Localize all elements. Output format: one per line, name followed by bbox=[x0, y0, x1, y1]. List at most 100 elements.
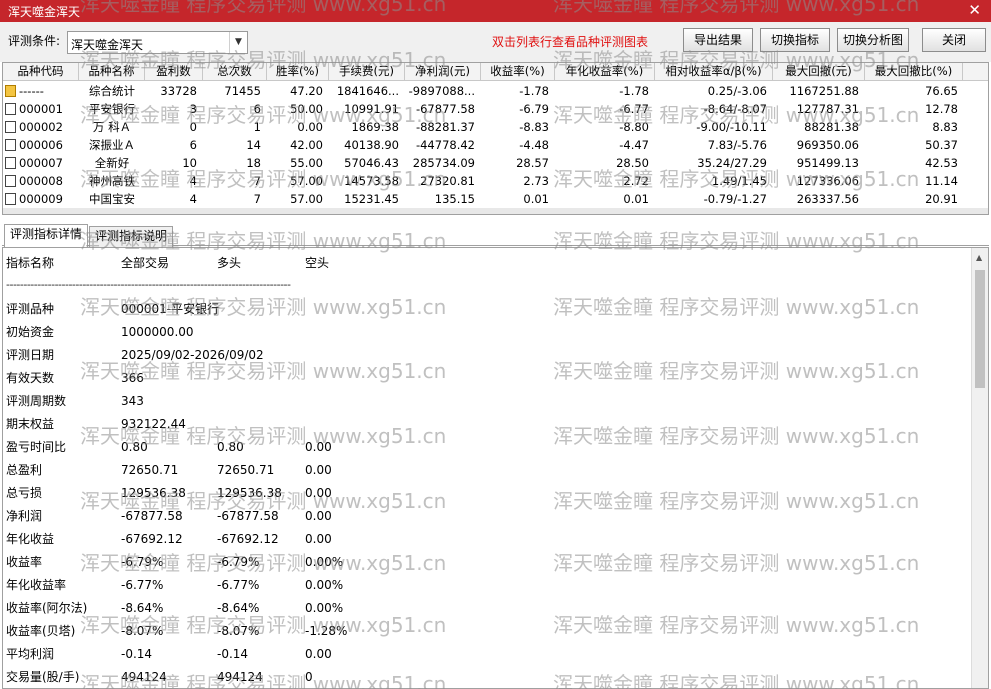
chevron-down-icon[interactable]: ▼ bbox=[229, 32, 247, 53]
detail-long-cell: -67877.58 bbox=[217, 509, 279, 523]
detail-scrollbar[interactable]: ▲ bbox=[971, 248, 988, 688]
switch-chart-button[interactable]: 切换分析图 bbox=[837, 28, 909, 52]
table-cell: 0 bbox=[145, 118, 197, 136]
table-cell: 深振业Ａ bbox=[79, 136, 145, 154]
scroll-thumb[interactable] bbox=[975, 270, 985, 388]
table-cell-text: 57046.43 bbox=[344, 156, 399, 170]
table-cell-text: 0.01 bbox=[623, 192, 649, 206]
detail-long-cell: 72650.71 bbox=[217, 463, 275, 477]
table-cell-text: 951499.13 bbox=[796, 156, 859, 170]
table-cell-text: 35.24/27.29 bbox=[697, 156, 767, 170]
table-scrollbar[interactable] bbox=[3, 208, 988, 214]
table-cell-text: 1167251.88 bbox=[789, 84, 859, 98]
table-cell: 135.15 bbox=[405, 190, 475, 208]
export-button[interactable]: 导出结果 bbox=[683, 28, 753, 52]
table-header: 品种代码 品种名称 盈利数 总次数 胜率(%) 手续费(元) 净利润(元) 收益… bbox=[3, 63, 988, 81]
detail-all-cell: 494124 bbox=[121, 670, 167, 684]
col-header-code[interactable]: 品种代码 bbox=[3, 63, 79, 81]
table-cell: 88281.38 bbox=[773, 118, 859, 136]
table-cell: -4.47 bbox=[555, 136, 649, 154]
table-cell-text: 28.57 bbox=[516, 156, 549, 170]
table-row[interactable]: 000002 万 科Ａ 0 1 0.00 1869.38 -88281.37 -8.83 -8.… bbox=[3, 118, 988, 136]
col-header-fee[interactable]: 手续费(元) bbox=[329, 63, 405, 81]
table-cell-text: 14 bbox=[246, 138, 261, 152]
col-header-winrate[interactable]: 胜率(%) bbox=[267, 63, 329, 81]
table-cell: 1 bbox=[203, 118, 261, 136]
scroll-up-icon[interactable]: ▲ bbox=[976, 253, 982, 262]
table-cell: 55.00 bbox=[267, 154, 323, 172]
col-header-wins[interactable]: 盈利数 bbox=[145, 63, 203, 81]
col-header-max-drawdown-ratio[interactable]: 最大回撤比(%) bbox=[865, 63, 963, 81]
tab-indicator-description[interactable]: 评测指标说明 bbox=[89, 226, 174, 247]
table-cell: -1.78 bbox=[481, 82, 549, 100]
table-cell: 71455 bbox=[203, 82, 261, 100]
table-cell: 47.20 bbox=[267, 82, 323, 100]
table-body: ------ 综合统计 33728 71455 47.20 1841646... -9897… bbox=[3, 82, 988, 208]
detail-short-cell: 0.00% bbox=[305, 555, 344, 569]
close-icon[interactable]: ✕ bbox=[968, 1, 981, 19]
col-header-relative-return[interactable]: 相对收益率α/β(%) bbox=[655, 63, 773, 81]
table-cell-text: 42.00 bbox=[290, 138, 323, 152]
summary-row[interactable]: ------ 综合统计 33728 71455 47.20 1841646... -9897… bbox=[3, 82, 988, 100]
table-cell: 33728 bbox=[145, 82, 197, 100]
table-cell-text: -88281.37 bbox=[415, 120, 475, 134]
detail-all-cell: -8.07% bbox=[121, 624, 164, 638]
switch-indicator-button[interactable]: 切换指标 bbox=[760, 28, 830, 52]
table-row[interactable]: 000006 深振业Ａ 6 14 42.00 40138.90 -44778.42 -4.48… bbox=[3, 136, 988, 154]
col-header-max-drawdown[interactable]: 最大回撤(元) bbox=[773, 63, 865, 81]
table-cell: -8.64/-8.07 bbox=[655, 100, 767, 118]
table-cell: 0.00 bbox=[267, 118, 323, 136]
detail-long-cell: -8.07% bbox=[217, 624, 260, 638]
detail-name-cell: 评测品种 bbox=[6, 302, 55, 316]
close-button[interactable]: 关闭 bbox=[922, 28, 986, 52]
detail-name-cell: 评测日期 bbox=[6, 348, 55, 362]
results-table[interactable]: 品种代码 品种名称 盈利数 总次数 胜率(%) 手续费(元) 净利润(元) 收益… bbox=[2, 62, 989, 215]
table-cell: 000009 bbox=[5, 190, 79, 208]
table-row[interactable]: 000008 神州高铁 4 7 57.00 14573.58 27320.81 2.73 2.7… bbox=[3, 172, 988, 190]
detail-name-cell: 年化收益率 bbox=[6, 578, 67, 592]
table-cell-text: -67877.58 bbox=[415, 102, 475, 116]
col-header-netprofit[interactable]: 净利润(元) bbox=[405, 63, 481, 81]
tab-indicator-details[interactable]: 评测指标详情 bbox=[4, 224, 89, 247]
detail-all-cell: 0.80 bbox=[121, 440, 148, 454]
col-header-return[interactable]: 收益率(%) bbox=[481, 63, 555, 81]
table-cell: 14573.58 bbox=[329, 172, 399, 190]
table-cell-text: 7 bbox=[253, 192, 261, 206]
table-cell: 000007 bbox=[5, 154, 79, 172]
table-row[interactable]: 000009 中国宝安 4 7 57.00 15231.45 135.15 0.01 0.01 -… bbox=[3, 190, 988, 208]
table-cell: 综合统计 bbox=[79, 82, 145, 100]
table-row[interactable]: 000001 平安银行 3 6 50.00 10991.91 -67877.58 -6.79 -… bbox=[3, 100, 988, 118]
table-cell: 1.49/1.45 bbox=[655, 172, 767, 190]
detail-all-cell: 72650.71 bbox=[121, 463, 179, 477]
table-cell-text: 2.73 bbox=[523, 174, 549, 188]
detail-header-name: 指标名称 bbox=[6, 256, 55, 270]
table-cell: 15231.45 bbox=[329, 190, 399, 208]
table-cell: 127336.06 bbox=[773, 172, 859, 190]
condition-select[interactable]: 浑天噬金浑天 ▼ bbox=[67, 31, 248, 54]
table-cell: -6.79 bbox=[481, 100, 549, 118]
table-cell-text: 15231.45 bbox=[344, 192, 399, 206]
table-cell-text: 40138.90 bbox=[344, 138, 399, 152]
col-header-name[interactable]: 品种名称 bbox=[79, 63, 145, 81]
table-cell-text: 000007 bbox=[19, 156, 63, 170]
detail-name-cell: 总盈利 bbox=[6, 463, 43, 477]
table-cell-text: 综合统计 bbox=[89, 84, 135, 98]
detail-all-cell: 932122.44 bbox=[121, 417, 186, 431]
detail-long-cell: 494124 bbox=[217, 670, 263, 684]
detail-separator: ----------------------------------------… bbox=[6, 278, 291, 291]
col-header-annual-return[interactable]: 年化收益率(%) bbox=[555, 63, 655, 81]
table-cell: 000002 bbox=[5, 118, 79, 136]
table-row[interactable]: 000007 全新好 10 18 55.00 57046.43 285734.09 28.57… bbox=[3, 154, 988, 172]
detail-long-cell: -67692.12 bbox=[217, 532, 279, 546]
table-cell-text: 969350.06 bbox=[796, 138, 859, 152]
col-header-total[interactable]: 总次数 bbox=[203, 63, 267, 81]
table-cell: 50.37 bbox=[865, 136, 958, 154]
table-cell-text: -9897088... bbox=[408, 84, 475, 98]
table-cell: -88281.37 bbox=[405, 118, 475, 136]
table-cell-text: -1.78 bbox=[519, 84, 549, 98]
detail-name-cell: 收益率(阿尔法) bbox=[6, 601, 88, 615]
detail-short-cell: 0.00 bbox=[305, 647, 332, 661]
table-cell-text: 42.53 bbox=[925, 156, 958, 170]
detail-all-cell: -6.79% bbox=[121, 555, 164, 569]
detail-short-cell: 0.00% bbox=[305, 601, 344, 615]
